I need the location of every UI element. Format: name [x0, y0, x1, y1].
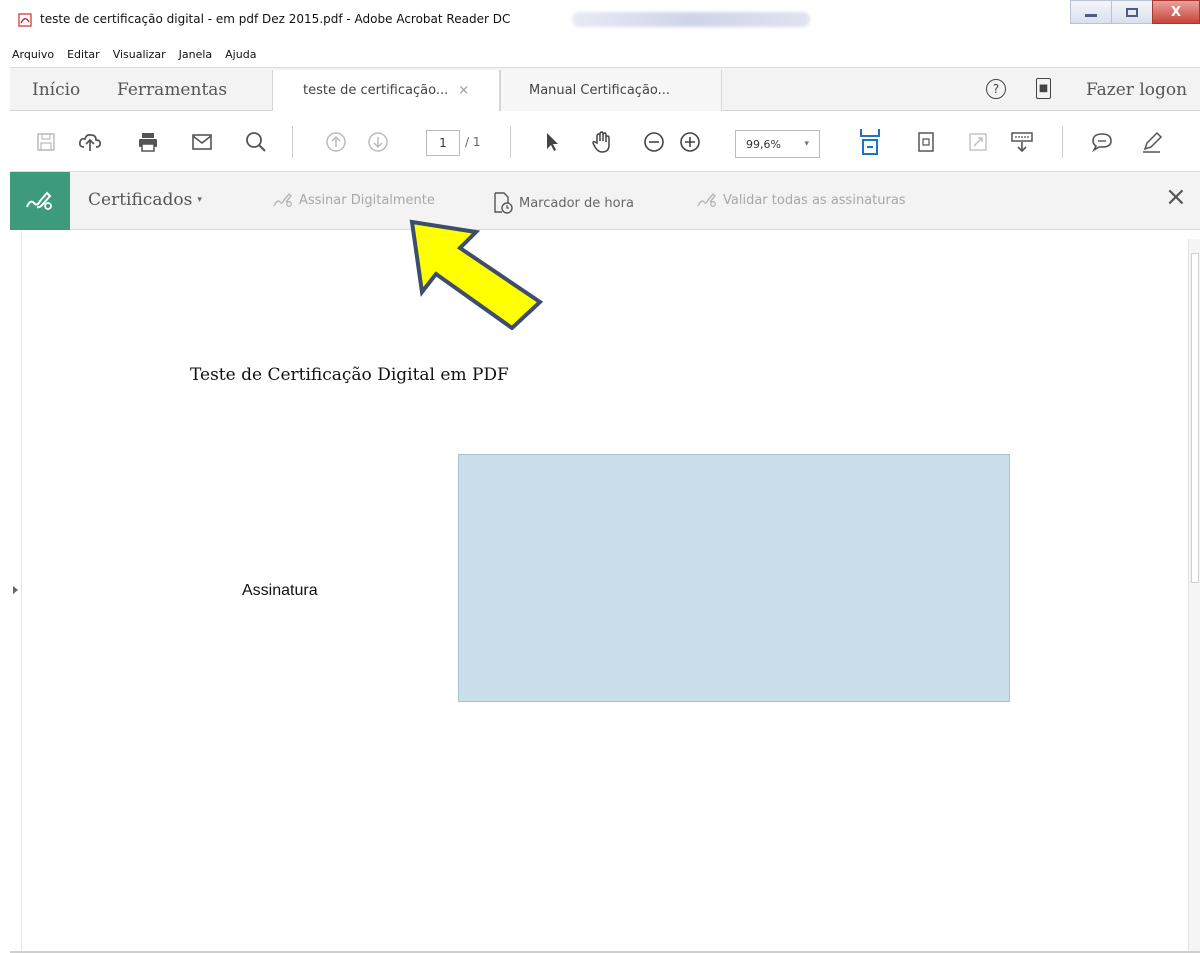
menu-item-editar[interactable]: Editar: [67, 48, 100, 61]
tab-document-manual[interactable]: Manual Certificação...: [500, 70, 722, 111]
validate-pen-icon: [697, 192, 716, 207]
save-icon[interactable]: [34, 130, 58, 154]
comment-icon[interactable]: [1090, 130, 1114, 154]
chevron-right-icon: [13, 586, 18, 594]
minimize-icon: [1085, 13, 1097, 17]
vertical-scrollbar[interactable]: [1188, 239, 1200, 951]
tab-close-icon[interactable]: ×: [458, 83, 469, 98]
page-thumbnail-icon[interactable]: [914, 130, 938, 154]
nav-home[interactable]: Início: [32, 80, 80, 100]
tab-label: Manual Certificação...: [529, 83, 671, 98]
tabs-bar: Início Ferramentas teste de certificação…: [10, 67, 1200, 111]
scrollbar-thumb[interactable]: [1191, 253, 1199, 583]
tab-label: teste de certificação...: [303, 83, 449, 98]
annotation-arrow-icon: [409, 219, 544, 330]
fit-page-icon[interactable]: [858, 129, 882, 155]
document-title-text: Teste de Certificação Digital em PDF: [190, 365, 509, 385]
toolbar-separator: [292, 126, 293, 158]
title-bar: teste de certificação digital - em pdf D…: [0, 0, 1200, 40]
main-toolbar: 1 / 1 99,6% ▾: [10, 112, 1200, 172]
certificates-toolbar: Certificados ▾ Assinar Digitalmente Marc…: [10, 172, 1200, 230]
page-number-input[interactable]: 1: [426, 130, 460, 156]
mobile-link-icon[interactable]: ■: [1036, 78, 1051, 99]
help-icon[interactable]: ?: [986, 79, 1006, 99]
toolbar-separator: [510, 126, 511, 158]
page-total: / 1: [465, 135, 481, 149]
signature-field[interactable]: [458, 454, 1010, 702]
menu-bar: Arquivo Editar Visualizar Janela Ajuda: [0, 44, 1200, 64]
print-icon[interactable]: [136, 130, 160, 154]
menu-item-arquivo[interactable]: Arquivo: [12, 48, 54, 61]
menu-item-janela[interactable]: Janela: [179, 48, 213, 61]
maximize-button[interactable]: [1111, 0, 1153, 24]
window-title: teste de certificação digital - em pdf D…: [40, 12, 511, 26]
maximize-icon: [1126, 7, 1138, 17]
chevron-down-icon: ▾: [804, 139, 809, 149]
window-controls: X: [1070, 0, 1200, 30]
zoom-out-icon[interactable]: [642, 130, 666, 154]
blurred-title-segment: [572, 12, 810, 27]
toolbar-separator: [1062, 126, 1063, 158]
scroll-mode-icon[interactable]: [1010, 130, 1034, 154]
sign-digitally-label: Assinar Digitalmente: [299, 192, 435, 208]
sign-pen-icon: [273, 192, 292, 207]
document-viewer[interactable]: Teste de Certificação Digital em PDF Ass…: [10, 231, 1200, 953]
validate-signatures-label: Validar todas as assinaturas: [723, 192, 906, 208]
menu-item-visualizar[interactable]: Visualizar: [113, 48, 166, 61]
sign-digitally-button[interactable]: Assinar Digitalmente: [272, 191, 435, 209]
close-icon[interactable]: ×: [1165, 184, 1187, 210]
close-window-button[interactable]: X: [1152, 0, 1200, 24]
zoom-value: 99,6%: [746, 137, 781, 151]
signature-label: Assinatura: [242, 582, 318, 599]
signature-pen-icon: [26, 191, 52, 210]
zoom-select[interactable]: 99,6% ▾: [735, 130, 820, 158]
select-arrow-icon[interactable]: [540, 130, 564, 154]
page-up-icon[interactable]: [324, 130, 348, 154]
validate-signatures-button[interactable]: Validar todas as assinaturas: [696, 191, 906, 209]
fullscreen-icon[interactable]: [966, 130, 990, 154]
tab-document-active[interactable]: teste de certificação... ×: [272, 70, 500, 111]
minimize-button[interactable]: [1070, 0, 1112, 24]
email-icon[interactable]: [190, 130, 214, 154]
menu-item-ajuda[interactable]: Ajuda: [225, 48, 256, 61]
pen-icon[interactable]: [1140, 130, 1164, 154]
navigation-pane-toggle[interactable]: [10, 231, 22, 953]
upload-icon[interactable]: [78, 130, 102, 154]
chevron-down-icon: ▾: [197, 195, 202, 205]
page-down-icon[interactable]: [366, 130, 390, 154]
zoom-in-icon[interactable]: [678, 130, 702, 154]
nav-tools[interactable]: Ferramentas: [117, 80, 227, 100]
certificates-tool-badge: [10, 172, 70, 230]
acrobat-app-icon: [18, 13, 32, 27]
hand-icon[interactable]: [590, 130, 614, 154]
close-icon: X: [1170, 4, 1182, 20]
timestamp-label: Marcador de hora: [519, 195, 634, 211]
certificates-menu[interactable]: Certificados ▾: [88, 190, 202, 210]
search-icon[interactable]: [244, 130, 268, 154]
login-link[interactable]: Fazer logon: [1086, 80, 1187, 100]
certificates-title: Certificados: [88, 190, 193, 210]
